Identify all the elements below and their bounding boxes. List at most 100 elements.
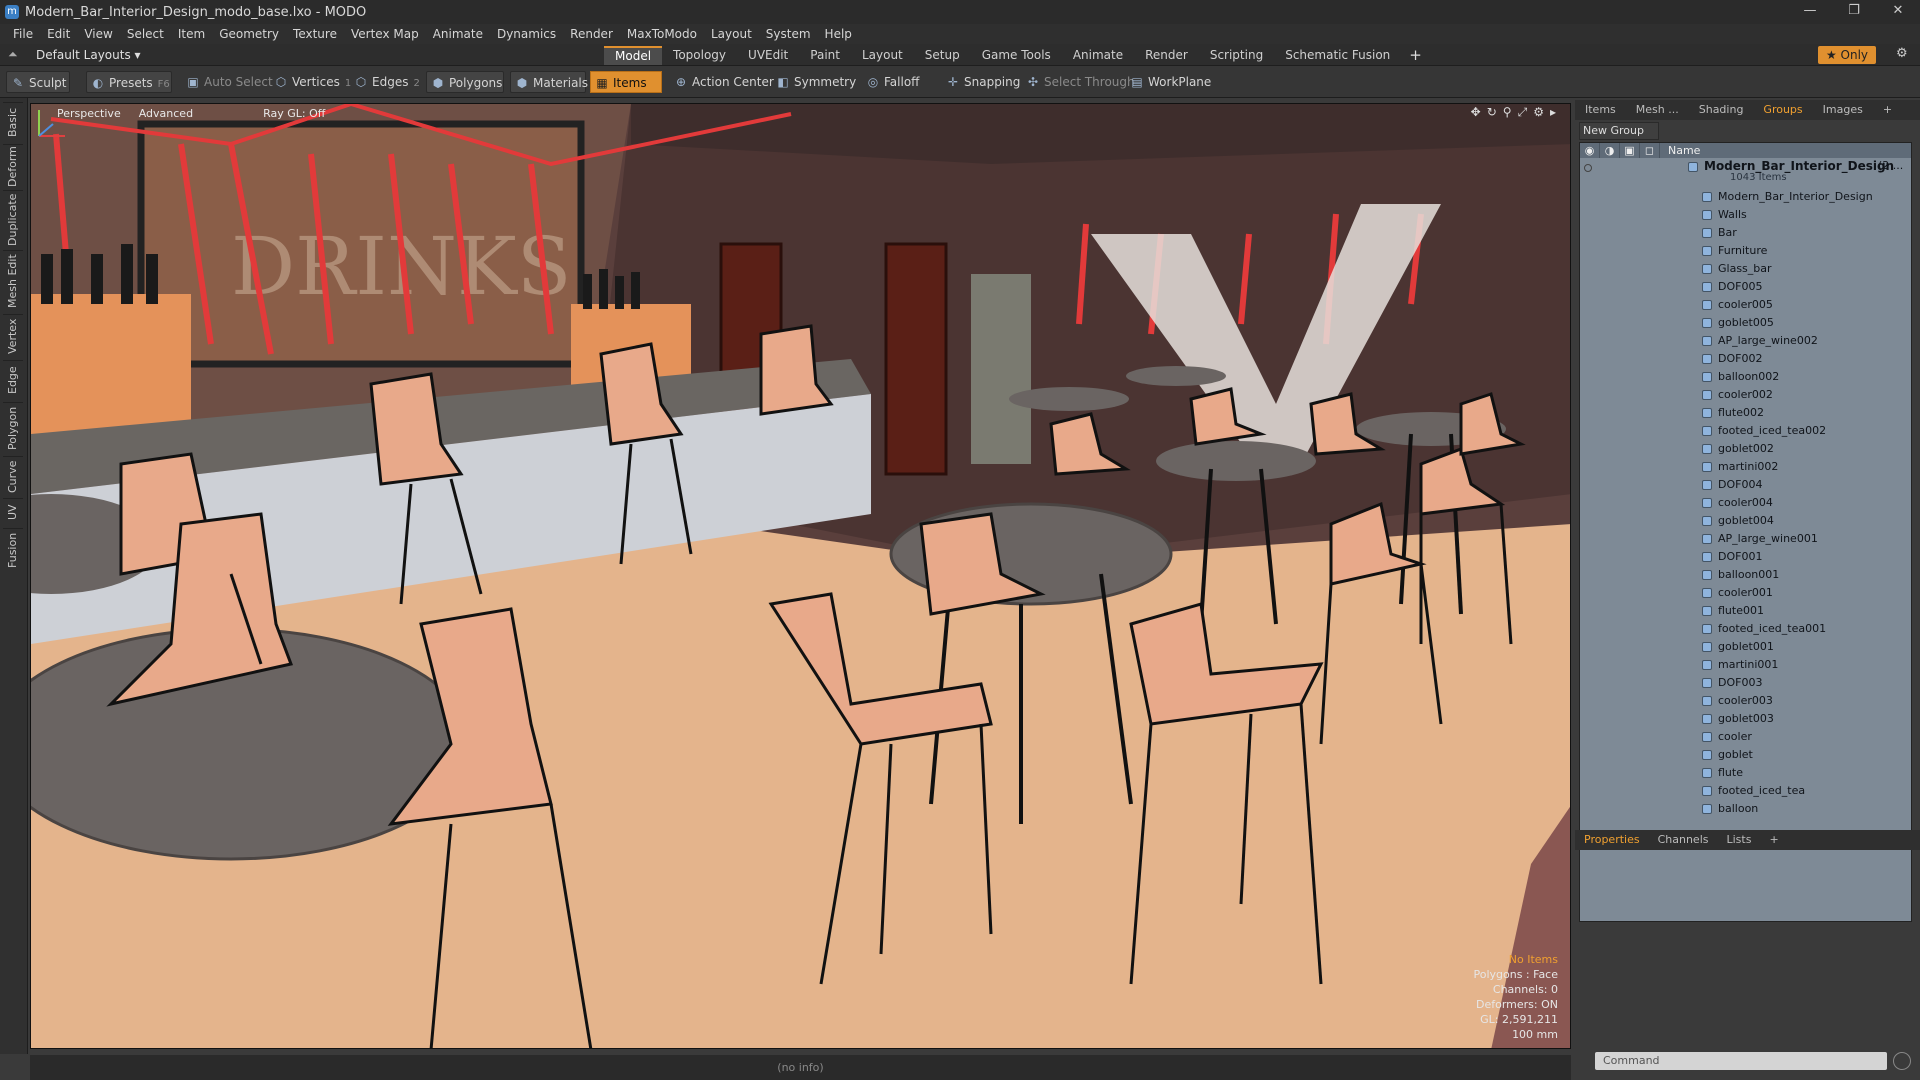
palette-tab-deform[interactable]: Deform	[3, 144, 23, 188]
group-item-row[interactable]: DOF005	[1580, 278, 1911, 296]
tab-items[interactable]: Items	[1575, 100, 1626, 120]
group-item-row[interactable]: cooler	[1580, 728, 1911, 746]
minimize-button[interactable]: —	[1788, 0, 1832, 24]
group-item-row[interactable]: balloon002	[1580, 368, 1911, 386]
group-item-row[interactable]: balloon001	[1580, 566, 1911, 584]
gear-icon[interactable]: ⚙	[1896, 46, 1908, 61]
group-item-row[interactable]: goblet004	[1580, 512, 1911, 530]
menu-animate[interactable]: Animate	[426, 27, 490, 41]
add-tab-icon[interactable]: +	[1401, 46, 1430, 65]
menu-vertex-map[interactable]: Vertex Map	[344, 27, 426, 41]
group-item-row[interactable]: goblet005	[1580, 314, 1911, 332]
vertices-button[interactable]: ⬡ Vertices 1	[270, 71, 352, 93]
palette-tab-mesh-edit[interactable]: Mesh Edit	[3, 250, 23, 312]
tab-lists[interactable]: Lists	[1718, 830, 1761, 850]
menu-view[interactable]: View	[77, 27, 119, 41]
items-button[interactable]: ▦ Items	[590, 71, 662, 93]
group-item-row[interactable]: AP_large_wine002	[1580, 332, 1911, 350]
viewport-settings-icon[interactable]: ⚙	[1533, 105, 1544, 120]
lock-column-icon[interactable]: ▣	[1620, 143, 1640, 158]
tab-schematic-fusion[interactable]: Schematic Fusion	[1274, 46, 1401, 65]
layouts-dropdown[interactable]: Default Layouts ▾	[36, 48, 141, 62]
add-panel-tab-icon[interactable]: +	[1873, 100, 1902, 120]
group-item-row[interactable]: footed_iced_tea	[1580, 782, 1911, 800]
select-through-button[interactable]: ✣ Select Through	[1022, 71, 1135, 93]
zoom-icon[interactable]: ⚲	[1503, 105, 1512, 120]
select-column-icon[interactable]: ◻	[1640, 143, 1660, 158]
menu-system[interactable]: System	[759, 27, 818, 41]
group-item-row[interactable]: goblet	[1580, 746, 1911, 764]
polygons-button[interactable]: ⬢ Polygons	[426, 71, 504, 93]
tab-shading[interactable]: Shading	[1689, 100, 1754, 120]
group-item-row[interactable]: cooler003	[1580, 692, 1911, 710]
3d-viewport[interactable]: Perspective Advanced Ray GL: Off ✥ ↻ ⚲ ⤢…	[30, 103, 1571, 1049]
group-item-row[interactable]: footed_iced_tea002	[1580, 422, 1911, 440]
only-toggle[interactable]: ★ Only	[1818, 46, 1876, 64]
add-properties-tab-icon[interactable]: +	[1760, 830, 1787, 850]
palette-tab-polygon[interactable]: Polygon	[3, 402, 23, 454]
menu-select[interactable]: Select	[120, 27, 171, 41]
group-item-row[interactable]: martini001	[1580, 656, 1911, 674]
group-item-row[interactable]: cooler002	[1580, 386, 1911, 404]
group-item-row[interactable]: goblet003	[1580, 710, 1911, 728]
group-item-row[interactable]: flute001	[1580, 602, 1911, 620]
viewport-menu-icon[interactable]: ▸	[1550, 105, 1556, 120]
menu-dynamics[interactable]: Dynamics	[490, 27, 563, 41]
palette-tab-basic[interactable]: Basic	[3, 102, 23, 142]
command-history-button[interactable]	[1893, 1052, 1911, 1070]
rotate-icon[interactable]: ↻	[1487, 105, 1497, 120]
edges-button[interactable]: ⬡ Edges 2	[350, 71, 422, 93]
name-column-header[interactable]: Name	[1660, 143, 1700, 158]
group-item-row[interactable]: martini002	[1580, 458, 1911, 476]
symmetry-button[interactable]: ◧ Symmetry	[772, 71, 856, 93]
group-item-row[interactable]: cooler004	[1580, 494, 1911, 512]
group-item-row[interactable]: Walls	[1580, 206, 1911, 224]
raygl-toggle[interactable]: Ray GL: Off	[263, 107, 325, 120]
pan-icon[interactable]: ✥	[1471, 105, 1481, 120]
menu-item[interactable]: Item	[171, 27, 212, 41]
group-item-row[interactable]: balloon	[1580, 800, 1911, 818]
tab-images[interactable]: Images	[1813, 100, 1873, 120]
tab-uvedit[interactable]: UVEdit	[737, 46, 799, 65]
tab-paint[interactable]: Paint	[799, 46, 851, 65]
action-center-button[interactable]: ⊕ Action Center	[670, 71, 774, 93]
eye-icon[interactable]	[1584, 164, 1592, 172]
command-input[interactable]: Command	[1595, 1052, 1887, 1070]
palette-tab-fusion[interactable]: Fusion	[3, 528, 23, 572]
menu-edit[interactable]: Edit	[40, 27, 77, 41]
tab-scripting[interactable]: Scripting	[1199, 46, 1274, 65]
pin-icon[interactable]: ⏶	[8, 47, 18, 62]
group-item-row[interactable]: flute002	[1580, 404, 1911, 422]
maximize-button[interactable]: ❐	[1832, 0, 1876, 24]
palette-tab-uv[interactable]: UV	[3, 498, 23, 526]
group-item-row[interactable]: AP_large_wine001	[1580, 530, 1911, 548]
group-item-row[interactable]: DOF001	[1580, 548, 1911, 566]
tab-setup[interactable]: Setup	[914, 46, 971, 65]
tab-mesh[interactable]: Mesh ...	[1626, 100, 1689, 120]
sculpt-button[interactable]: ✎ Sculpt	[6, 71, 70, 93]
group-item-row[interactable]: DOF004	[1580, 476, 1911, 494]
menu-help[interactable]: Help	[818, 27, 859, 41]
palette-tab-vertex[interactable]: Vertex	[3, 314, 23, 358]
palette-tab-duplicate[interactable]: Duplicate	[3, 190, 23, 248]
group-item-row[interactable]: goblet001	[1580, 638, 1911, 656]
auto-select-button[interactable]: ▣ Auto Select	[182, 71, 272, 93]
group-item-row[interactable]: DOF003	[1580, 674, 1911, 692]
group-root-row[interactable]: Modern_Bar_Interior_Design (2 ... 1043 I…	[1580, 158, 1911, 188]
group-item-row[interactable]: DOF002	[1580, 350, 1911, 368]
tab-properties[interactable]: Properties	[1575, 830, 1649, 850]
group-item-row[interactable]: cooler005	[1580, 296, 1911, 314]
tab-model[interactable]: Model	[604, 46, 663, 65]
group-item-row[interactable]: cooler001	[1580, 584, 1911, 602]
tab-channels[interactable]: Channels	[1649, 830, 1718, 850]
menu-geometry[interactable]: Geometry	[212, 27, 286, 41]
menu-maxtomodo[interactable]: MaxToModo	[620, 27, 704, 41]
tab-layout[interactable]: Layout	[851, 46, 914, 65]
tab-topology[interactable]: Topology	[662, 46, 737, 65]
group-item-row[interactable]: Glass_bar	[1580, 260, 1911, 278]
materials-button[interactable]: ⬢ Materials	[510, 71, 588, 93]
tab-render[interactable]: Render	[1134, 46, 1199, 65]
palette-tab-curve[interactable]: Curve	[3, 456, 23, 496]
group-item-row[interactable]: Furniture	[1580, 242, 1911, 260]
tab-groups[interactable]: Groups	[1753, 100, 1812, 120]
